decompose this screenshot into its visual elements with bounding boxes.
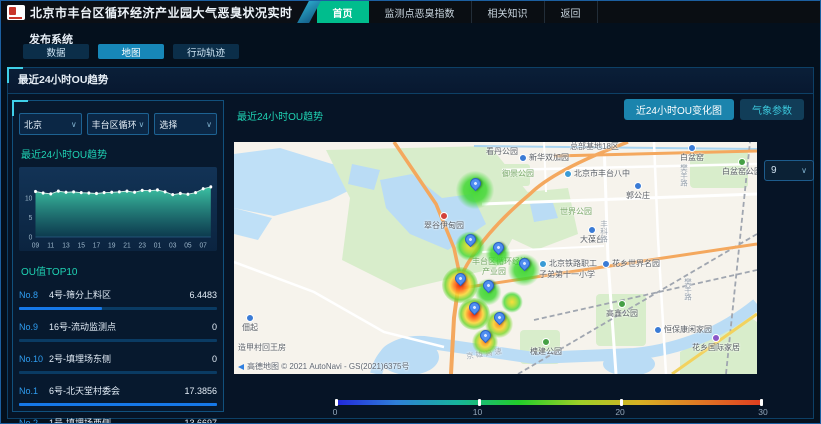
- chevron-down-icon: ∨: [206, 120, 212, 129]
- monitor-pin-icon[interactable]: [468, 176, 484, 192]
- ou-value: 6.4483: [189, 290, 217, 300]
- main-panel: 最近24小时OU趋势 北京 ∨ 丰台区循环经济产 ∨ 选择 ∨ 最近24小时OU…: [7, 67, 814, 419]
- ou-value: 0: [212, 354, 217, 364]
- tab-map[interactable]: 地图: [98, 44, 164, 59]
- monitor-pin-icon[interactable]: [453, 271, 469, 287]
- map-pins-layer: [234, 142, 757, 374]
- value-bar-track: [19, 403, 217, 406]
- scale-tick: [620, 399, 623, 406]
- monitor-pin-icon[interactable]: [481, 278, 497, 294]
- app-title: 北京市丰台区循环经济产业园大气恶臭状况实时: [30, 4, 293, 21]
- map-buttons: 近24小时OU变化图 气象参数: [624, 99, 804, 120]
- chevron-down-icon: ∨: [138, 120, 144, 129]
- chevron-down-icon: ∨: [801, 166, 807, 175]
- site-name: 2号-填埋场东侧: [49, 352, 212, 365]
- monitor-pin-icon[interactable]: [478, 328, 494, 344]
- nav-item-home[interactable]: 首页: [317, 1, 369, 23]
- tab-data[interactable]: 数据: [23, 44, 89, 59]
- tab-track[interactable]: 行动轨迹: [173, 44, 239, 59]
- park-select[interactable]: 丰台区循环经济产 ∨: [87, 113, 150, 135]
- svg-text:23: 23: [138, 241, 145, 249]
- rank-label: No.9: [19, 322, 49, 332]
- value-bar: [19, 307, 102, 310]
- svg-text:09: 09: [32, 241, 39, 249]
- list-item[interactable]: No.9 16号-流动监测点 0: [19, 320, 217, 342]
- nav-item-back[interactable]: 返回: [545, 1, 598, 23]
- nav-item-knowledge[interactable]: 相关知识: [472, 1, 545, 23]
- heat-scale-labels: 0 10 20 30: [335, 407, 763, 418]
- ou-trend-chart-svg: 0510091113151719212301030507: [19, 167, 217, 251]
- view-tabs: 数据 地图 行动轨迹: [23, 44, 239, 59]
- ou-value: 0: [212, 322, 217, 332]
- top-bar: 北京市丰台区循环经济产业园大气恶臭状况实时 首页 监测点恶臭指数 相关知识 返回: [1, 1, 820, 23]
- ou-change-map-button[interactable]: 近24小时OU变化图: [624, 99, 734, 120]
- dashboard: 北京市丰台区循环经济产业园大气恶臭状况实时 首页 监测点恶臭指数 相关知识 返回…: [0, 0, 821, 424]
- rank-label: No.8: [19, 290, 49, 300]
- heat-scale-gradient: [335, 400, 763, 405]
- svg-text:21: 21: [123, 241, 130, 249]
- map-attribution: 高德地图 © 2021 AutoNavi - GS(2021)6375号: [238, 361, 409, 372]
- svg-text:15: 15: [78, 241, 85, 249]
- site-select[interactable]: 选择 ∨: [154, 113, 217, 135]
- value-bar: [19, 403, 217, 406]
- scale-tick: [760, 399, 763, 406]
- svg-text:01: 01: [154, 241, 161, 249]
- list-item[interactable]: No.2 1号-填埋场西侧 13.6697: [19, 416, 217, 424]
- rank-label: No.1: [19, 386, 49, 396]
- chevron-down-icon: ∨: [71, 120, 77, 129]
- svg-text:05: 05: [184, 241, 191, 249]
- sidebar: 北京 ∨ 丰台区循环经济产 ∨ 选择 ∨ 最近24小时OU趋势: [12, 100, 224, 412]
- app-logo-icon: [7, 5, 25, 20]
- site-name: 16号-流动监测点: [49, 320, 212, 333]
- value-bar-track: [19, 339, 217, 342]
- monitor-pin-icon[interactable]: [492, 310, 508, 326]
- rank-label: No.10: [19, 354, 49, 364]
- ou-trend-chart: 0510091113151719212301030507: [19, 167, 217, 251]
- site-name: 6号-北天堂村委会: [49, 384, 184, 397]
- top-list: No.8 4号-筛分上料区 6.4483 No.9 16号-流动监测点 0: [19, 288, 217, 424]
- svg-text:19: 19: [108, 241, 115, 249]
- sidebar-corner-accent: [12, 100, 28, 116]
- svg-text:5: 5: [29, 214, 33, 222]
- scale-tick: [335, 399, 338, 406]
- nav-item-odor-index[interactable]: 监测点恶臭指数: [369, 1, 472, 23]
- monitor-pin-icon[interactable]: [517, 256, 533, 272]
- site-name: 1号-填埋场西侧: [49, 416, 184, 424]
- svg-text:11: 11: [47, 241, 54, 249]
- panel-corner-accent: [7, 67, 23, 83]
- panel-title: 最近24小时OU趋势: [8, 68, 813, 94]
- city-select[interactable]: 北京 ∨: [19, 113, 82, 135]
- top10-title: OU值TOP10: [21, 263, 217, 278]
- monitor-pin-icon[interactable]: [491, 240, 507, 256]
- map-canvas[interactable]: 总部基地18区看丹公园新华双加园御景公园北京市丰台八中郭公庄白盆窑白盆窑公园翠谷…: [234, 142, 757, 374]
- monitor-pin-icon[interactable]: [467, 300, 483, 316]
- svg-text:17: 17: [93, 241, 100, 249]
- scale-tick: [478, 399, 481, 406]
- trend-chart-title: 最近24小时OU趋势: [21, 146, 217, 161]
- list-item[interactable]: No.10 2号-填埋场东侧 0: [19, 352, 217, 374]
- heat-scale: 0 10 20 30: [335, 400, 763, 418]
- svg-text:10: 10: [25, 194, 32, 202]
- value-bar-track: [19, 371, 217, 374]
- weather-params-button[interactable]: 气象参数: [740, 99, 804, 120]
- ou-value: 13.6697: [184, 418, 217, 424]
- svg-text:07: 07: [199, 241, 206, 249]
- monitor-pin-icon[interactable]: [463, 232, 479, 248]
- map-provider-icon: [238, 364, 244, 370]
- site-name: 4号-筛分上料区: [49, 288, 189, 301]
- list-item[interactable]: No.8 4号-筛分上料区 6.4483: [19, 288, 217, 310]
- svg-text:13: 13: [62, 241, 69, 249]
- list-item[interactable]: No.1 6号-北天堂村委会 17.3856: [19, 384, 217, 406]
- main-nav: 首页 监测点恶臭指数 相关知识 返回: [317, 1, 820, 23]
- filter-row: 北京 ∨ 丰台区循环经济产 ∨ 选择 ∨: [19, 113, 217, 135]
- svg-text:03: 03: [169, 241, 176, 249]
- map-subtitle: 最近24小时OU趋势: [237, 108, 323, 123]
- hour-select[interactable]: 9 ∨: [764, 160, 814, 181]
- value-bar-track: [19, 307, 217, 310]
- ou-value: 17.3856: [184, 386, 217, 396]
- rank-label: No.2: [19, 418, 49, 424]
